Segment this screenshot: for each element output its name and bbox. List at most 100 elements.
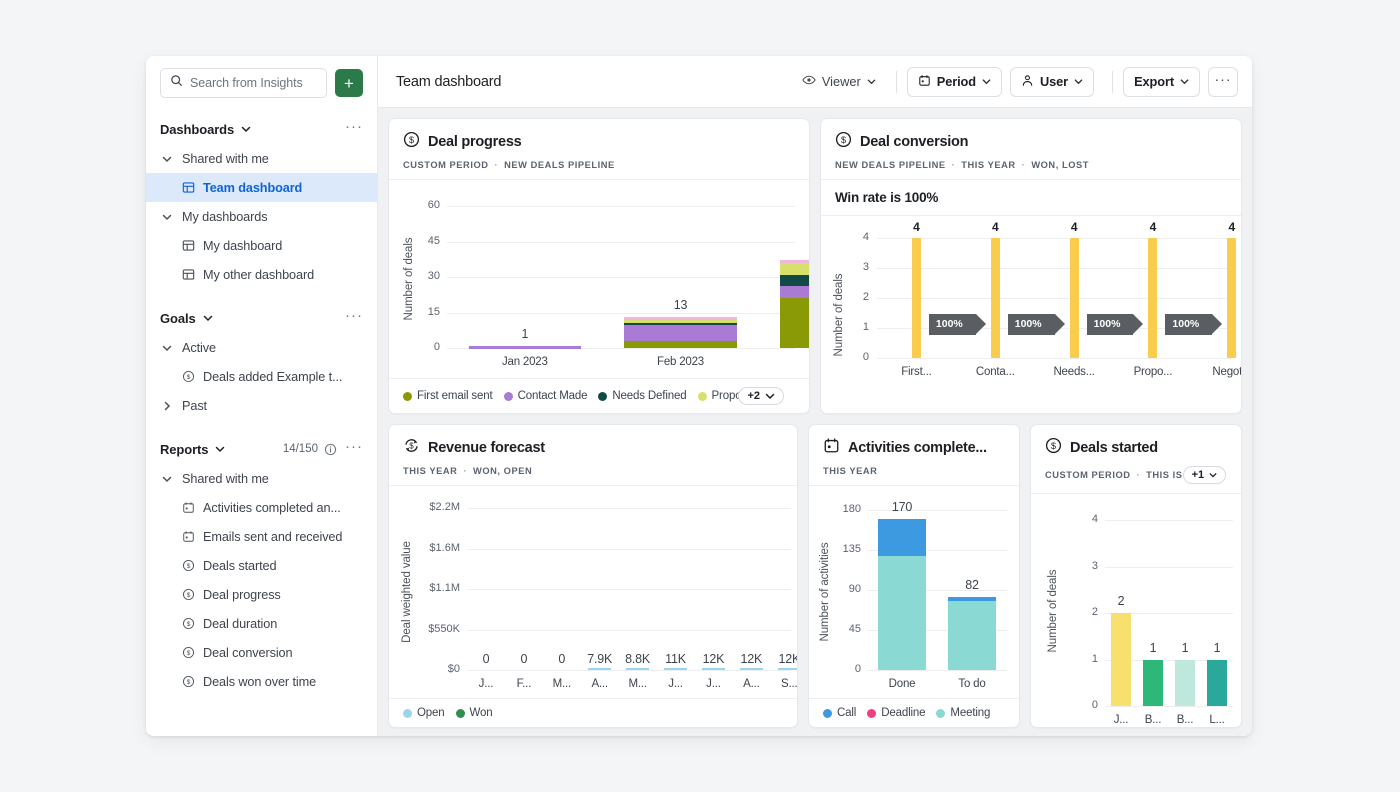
bar-segment[interactable] <box>878 556 926 670</box>
sidebar-item-deals-won-over-time[interactable]: $Deals won over time <box>146 667 377 696</box>
conversion-arrow[interactable]: 100% <box>1008 314 1055 335</box>
bar[interactable] <box>1207 660 1227 707</box>
chevron-down-icon[interactable] <box>162 212 174 222</box>
legend-item[interactable]: Deadline <box>867 707 925 719</box>
sidebar-item-deal-duration[interactable]: $Deal duration <box>146 609 377 638</box>
search-input[interactable]: Search from Insights <box>160 68 327 98</box>
bar-segment[interactable] <box>780 263 810 275</box>
sidebar-item-past[interactable]: Past <box>146 391 377 420</box>
gridline <box>1105 567 1233 568</box>
sidebar-item-my-dashboard[interactable]: My dashboard <box>146 231 377 260</box>
dashboard-grid-icon <box>182 181 195 194</box>
legend-swatch <box>598 392 607 401</box>
bar-segment[interactable] <box>624 317 736 320</box>
legend-item[interactable]: First email sent <box>403 390 493 402</box>
legend-item[interactable]: Contact Made <box>504 390 588 402</box>
period-button[interactable]: Period <box>907 67 1002 97</box>
sidebar-item-active[interactable]: Active <box>146 333 377 362</box>
bar-segment[interactable] <box>780 298 810 348</box>
bar[interactable] <box>778 668 798 671</box>
gridline <box>877 268 1231 269</box>
bar[interactable] <box>588 668 612 671</box>
deal-icon: $ <box>182 617 195 630</box>
sidebar-item-deals-started[interactable]: $Deals started <box>146 551 377 580</box>
gridline <box>467 508 791 509</box>
legend-more-button[interactable]: +2 <box>738 387 784 405</box>
legend-item[interactable]: Needs Defined <box>598 390 686 402</box>
conversion-arrow[interactable]: 100% <box>929 314 976 335</box>
export-button[interactable]: Export <box>1123 67 1200 97</box>
bar[interactable] <box>702 668 726 671</box>
bar-segment[interactable] <box>948 597 996 601</box>
chevron-down-icon[interactable] <box>162 474 174 484</box>
card-activities-completed: Activities complete... THIS YEAR Number … <box>808 424 1020 728</box>
conversion-arrow[interactable]: 100% <box>1087 314 1134 335</box>
funnel-bar[interactable] <box>1227 238 1236 358</box>
chart-legend: Call Deadline Meeting <box>809 698 1019 727</box>
bar-segment[interactable] <box>624 341 736 348</box>
sidebar-section-reports[interactable]: Reports14/150··· <box>146 436 377 462</box>
sidebar-item-shared-with-me[interactable]: Shared with me <box>146 464 377 493</box>
legend-item[interactable]: Call <box>823 707 856 719</box>
sidebar-item-team-dashboard[interactable]: Team dashboard <box>146 173 377 202</box>
sidebar-section-dashboards[interactable]: Dashboards··· <box>146 116 377 142</box>
chevron-down-icon[interactable] <box>162 343 174 353</box>
bar-segment[interactable] <box>780 286 810 298</box>
sidebar-item-my-other-dashboard[interactable]: My other dashboard <box>146 260 377 289</box>
funnel-bar[interactable] <box>1148 238 1157 358</box>
svg-text:$: $ <box>841 135 846 145</box>
dashboard-grid-icon <box>182 268 195 281</box>
conversion-arrow[interactable]: 100% <box>1165 314 1212 335</box>
sidebar-item-activities-completed-an[interactable]: Activities completed an... <box>146 493 377 522</box>
bar-segment[interactable] <box>780 260 810 263</box>
chevron-down-icon[interactable] <box>215 444 225 454</box>
funnel-bar[interactable] <box>912 238 921 358</box>
funnel-bar[interactable] <box>991 238 1000 358</box>
sidebar-item-my-dashboards[interactable]: My dashboards <box>146 202 377 231</box>
chevron-down-icon[interactable] <box>162 154 174 164</box>
bar-segment[interactable] <box>878 519 926 556</box>
filter-count-badge[interactable]: +1 <box>1183 466 1227 484</box>
card-header: Activities complete... THIS YEAR <box>809 425 1019 485</box>
sidebar-section-more-button[interactable]: ··· <box>345 312 363 325</box>
bar-segment[interactable] <box>624 324 736 341</box>
sidebar-section-more-button[interactable]: ··· <box>345 123 363 136</box>
user-button[interactable]: User <box>1010 67 1094 97</box>
bar[interactable] <box>664 668 688 671</box>
legend-item[interactable]: Meeting <box>936 707 990 719</box>
sidebar-item-deals-added-example-t[interactable]: $Deals added Example t... <box>146 362 377 391</box>
info-icon[interactable] <box>324 443 337 456</box>
axis-tick-y: $2.2M <box>408 501 460 513</box>
bar-segment[interactable] <box>469 346 581 349</box>
bar-segment[interactable] <box>780 275 810 287</box>
chevron-down-icon[interactable] <box>241 124 251 134</box>
sidebar-item-deal-progress[interactable]: $Deal progress <box>146 580 377 609</box>
chevron-down-icon <box>765 391 775 401</box>
more-options-button[interactable]: ··· <box>1208 67 1238 97</box>
bar-segment[interactable] <box>948 601 996 670</box>
legend-swatch <box>867 709 876 718</box>
bar[interactable] <box>1175 660 1195 707</box>
chevron-down-icon[interactable] <box>203 313 213 323</box>
data-label: 1 <box>495 327 555 341</box>
bar[interactable] <box>626 668 650 671</box>
sidebar-section-goals[interactable]: Goals··· <box>146 305 377 331</box>
funnel-bar[interactable] <box>1070 238 1079 358</box>
legend-item[interactable]: Propo <box>698 390 742 402</box>
axis-tick-x: L... <box>1200 714 1234 726</box>
axis-tick-y: 1 <box>1078 653 1098 665</box>
sidebar-item-emails-sent-and-received[interactable]: Emails sent and received <box>146 522 377 551</box>
legend-item[interactable]: Open <box>403 707 445 719</box>
add-button[interactable]: + <box>335 69 363 97</box>
axis-tick-y: 0 <box>1078 699 1098 711</box>
viewer-dropdown[interactable]: Viewer <box>792 67 886 97</box>
sidebar-section-more-button[interactable]: ··· <box>345 443 363 456</box>
chevron-right-icon[interactable] <box>162 401 174 411</box>
bar[interactable] <box>1143 660 1163 707</box>
bar[interactable] <box>740 668 764 671</box>
sidebar-item-deal-conversion[interactable]: $Deal conversion <box>146 638 377 667</box>
bar[interactable] <box>1111 613 1131 706</box>
sidebar-item-shared-with-me[interactable]: Shared with me <box>146 144 377 173</box>
legend-item[interactable]: Won <box>456 707 493 719</box>
axis-tick-y: 45 <box>833 623 861 635</box>
